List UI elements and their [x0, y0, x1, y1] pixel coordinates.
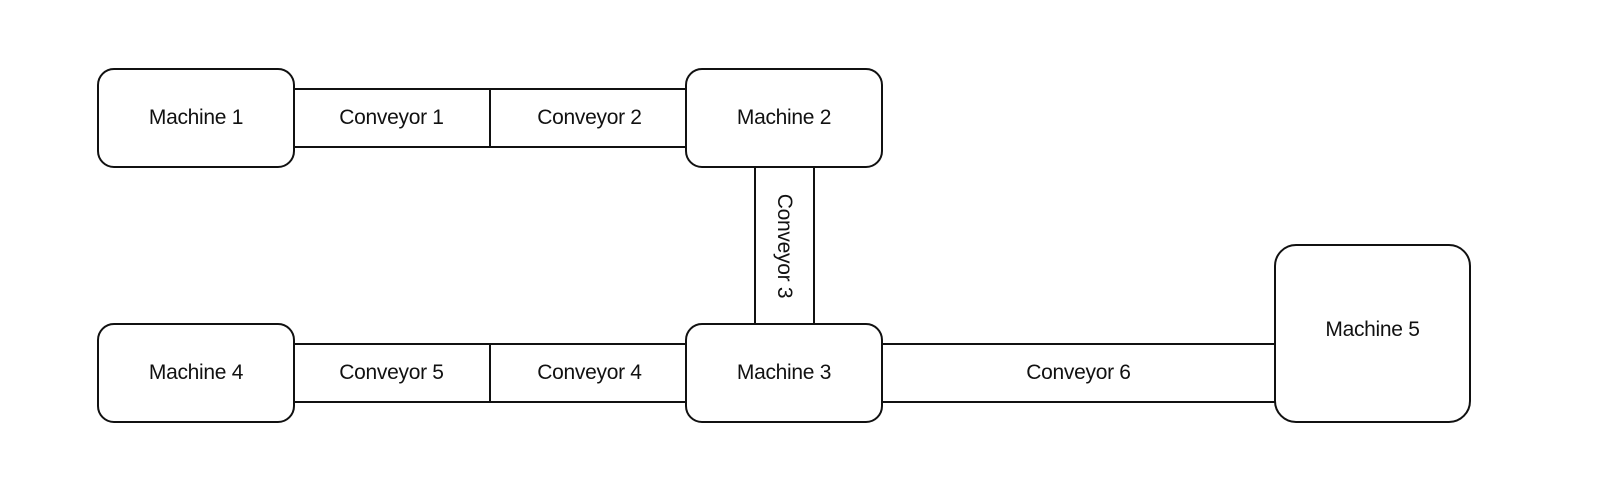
- machine-5: Machine 5: [1274, 244, 1471, 423]
- machine-4: Machine 4: [97, 323, 295, 423]
- machine-4-label: Machine 4: [148, 361, 244, 384]
- conveyor-5-label: Conveyor 5: [339, 361, 444, 384]
- conveyor-2: Conveyor 2: [489, 88, 688, 148]
- conveyor-1: Conveyor 1: [293, 88, 492, 148]
- conveyor-3: Conveyor 3: [754, 165, 815, 326]
- machine-2: Machine 2: [685, 68, 883, 168]
- conveyor-2-label: Conveyor 2: [537, 106, 642, 129]
- conveyor-1-label: Conveyor 1: [339, 106, 444, 129]
- machine-3: Machine 3: [685, 323, 883, 423]
- machine-2-label: Machine 2: [736, 106, 832, 129]
- machine-3-label: Machine 3: [736, 361, 832, 384]
- conveyor-6-label: Conveyor 6: [1026, 361, 1131, 384]
- conveyor-4: Conveyor 4: [489, 343, 688, 403]
- conveyor-5: Conveyor 5: [293, 343, 492, 403]
- machine-1: Machine 1: [97, 68, 295, 168]
- machine-1-label: Machine 1: [148, 106, 244, 129]
- machine-5-label: Machine 5: [1325, 317, 1420, 341]
- conveyor-4-label: Conveyor 4: [537, 361, 642, 384]
- conveyor-6: Conveyor 6: [880, 343, 1277, 403]
- conveyor-3-label: Conveyor 3: [773, 193, 797, 298]
